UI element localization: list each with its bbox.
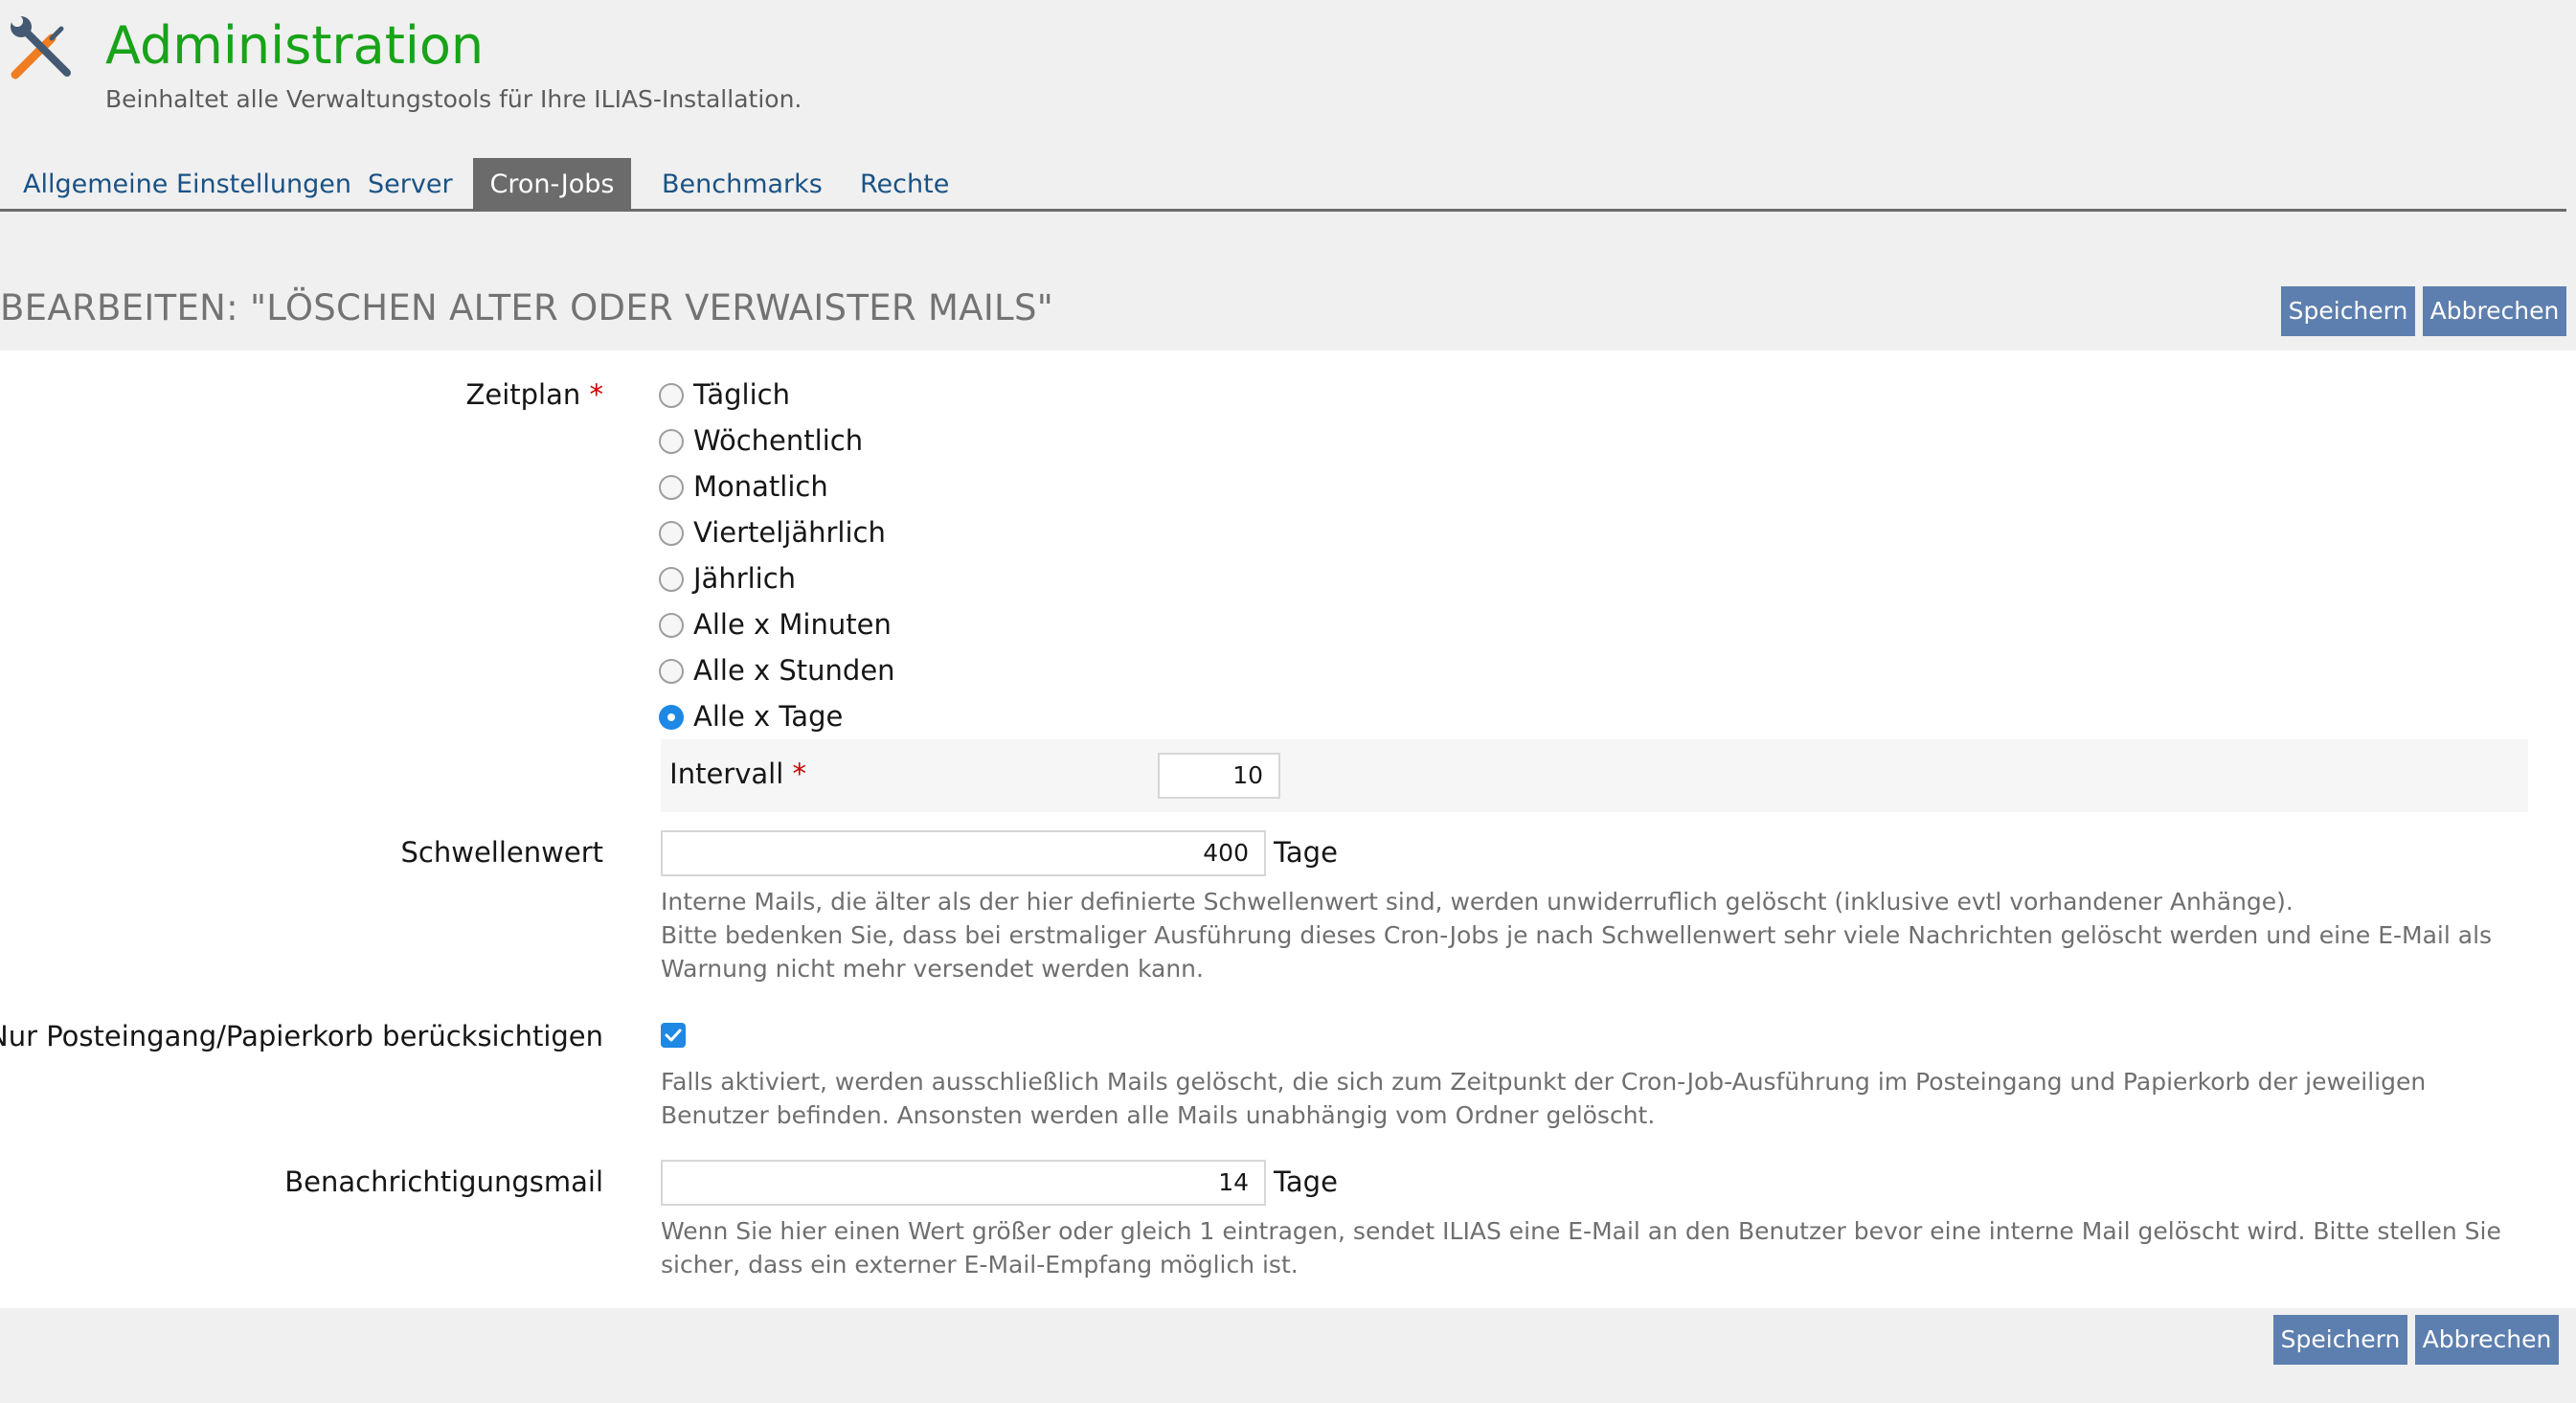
tab-benchmarks[interactable]: Benchmarks [662, 158, 823, 209]
tab-cron-jobs[interactable]: Cron-Jobs [473, 158, 631, 209]
interval-label: Intervall * [669, 758, 807, 790]
save-button-top[interactable]: Speichern [2281, 286, 2415, 336]
radio-button[interactable] [659, 429, 684, 454]
radio-button-checked[interactable] [659, 705, 684, 730]
notification-label: Benachrichtigungsmail [284, 1165, 603, 1198]
radio-button[interactable] [659, 567, 684, 592]
notification-help: Wenn Sie hier einen Wert größer oder gle… [661, 1217, 2501, 1279]
page-description: Beinhaltet alle Verwaltungstools für Ihr… [105, 85, 802, 113]
radio-button[interactable] [659, 521, 684, 546]
radio-button[interactable] [659, 659, 684, 684]
form-panel: Zeitplan * Täglich Wöchentlich Monatlich… [0, 351, 2576, 1308]
schedule-label: Zeitplan * [465, 378, 604, 411]
save-button-bottom[interactable]: Speichern [2273, 1315, 2407, 1365]
inbox-only-help: Falls aktiviert, werden ausschließlich M… [661, 1068, 2427, 1129]
tab-permissions[interactable]: Rechte [860, 158, 949, 209]
required-marker: * [792, 758, 807, 790]
cancel-button-bottom[interactable]: Abbrechen [2415, 1315, 2559, 1365]
tools-icon [8, 15, 79, 80]
inbox-only-checkbox[interactable] [661, 1023, 686, 1048]
radio-button[interactable] [659, 475, 684, 500]
threshold-label: Schwellenwert [400, 836, 603, 869]
required-marker: * [589, 378, 604, 411]
interval-subform: Intervall * 10 [661, 739, 2528, 812]
inbox-only-label: Nur Posteingang/Papierkorb berücksichtig… [0, 1020, 603, 1052]
threshold-help-1: Interne Mails, die älter als der hier de… [661, 888, 2294, 916]
page-header: Administration Beinhaltet alle Verwaltun… [0, 0, 2576, 153]
notification-input[interactable]: 14 [661, 1160, 1266, 1206]
threshold-input[interactable]: 400 [661, 830, 1266, 876]
cancel-button-top[interactable]: Abbrechen [2423, 286, 2566, 336]
threshold-help-2: Bitte bedenken Sie, dass bei erstmaliger… [661, 921, 2493, 983]
tab-server[interactable]: Server [368, 158, 453, 209]
tab-bar: Allgemeine Einstellungen Server Cron-Job… [0, 158, 2566, 212]
checkmark-icon [665, 1029, 682, 1042]
radio-button[interactable] [659, 613, 684, 638]
form-title: BEARBEITEN: "LÖSCHEN ALTER ODER VERWAIST… [0, 287, 1054, 328]
radio-button[interactable] [659, 383, 684, 408]
threshold-unit: Tage [1274, 836, 1338, 869]
interval-input[interactable]: 10 [1158, 753, 1280, 799]
tab-general-settings[interactable]: Allgemeine Einstellungen [23, 158, 351, 209]
page-title: Administration [105, 15, 485, 76]
notification-unit: Tage [1274, 1165, 1338, 1198]
